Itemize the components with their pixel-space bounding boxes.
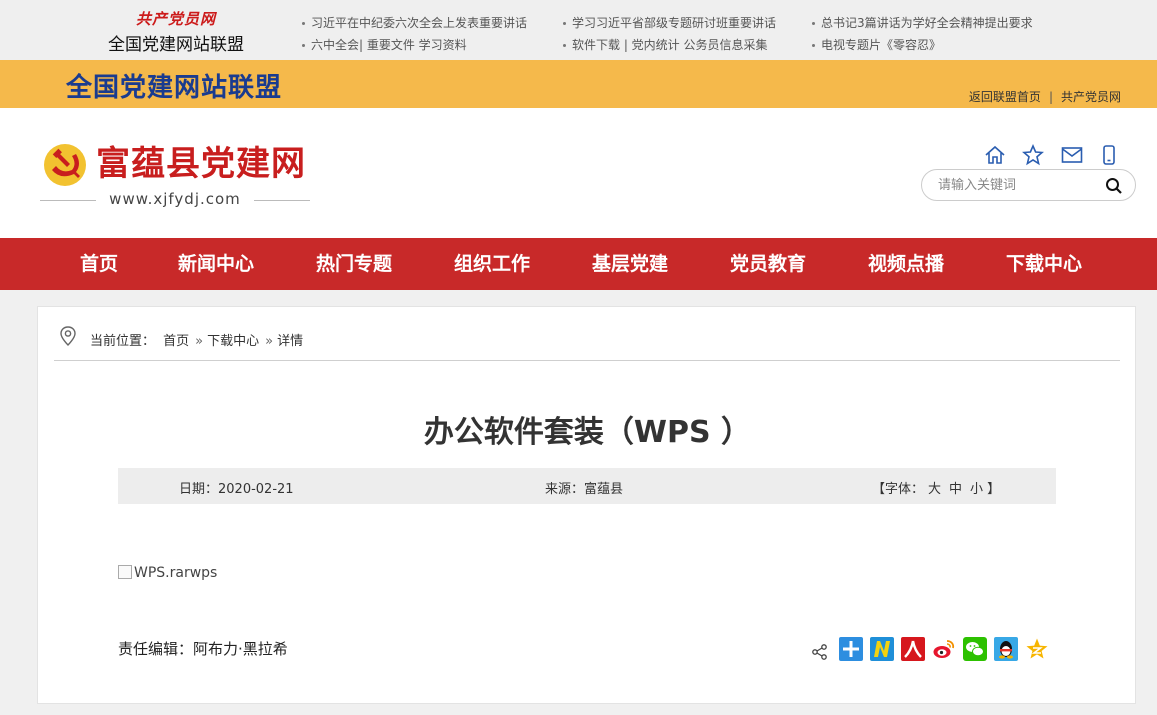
font-size-small[interactable]: 小 — [970, 482, 983, 497]
header-icon-row — [984, 144, 1124, 168]
qq-icon[interactable] — [994, 637, 1018, 661]
alliance-band-links: 返回联盟首页 | 共产党员网 — [969, 88, 1121, 105]
breadcrumb-downloads[interactable]: 下载中心 — [207, 334, 259, 349]
article-meta-bar: 日期：2020-02-21 来源：富蕴县 【字体：大中小】 — [118, 468, 1056, 504]
search-icon[interactable] — [1105, 177, 1123, 195]
mail-icon[interactable] — [1061, 144, 1083, 166]
renren-icon[interactable] — [901, 637, 925, 661]
nav-item-organization[interactable]: 组织工作 — [454, 238, 530, 290]
font-size-switcher: 【字体：大中小】 — [872, 478, 1000, 497]
party-member-net-link[interactable]: 共产党员网 — [1061, 90, 1121, 104]
alliance-band: 全国党建网站联盟 返回联盟首页 | 共产党员网 — [0, 60, 1157, 108]
top-link[interactable]: 六中全会| 重要文件 学习资料 — [302, 34, 527, 56]
main-nav: 首页 新闻中心 热门专题 组织工作 基层党建 党员教育 视频点播 下载中心 — [0, 238, 1157, 290]
font-size-close: 】 — [987, 482, 1001, 497]
breadcrumb: 当前位置： 首页» 下载中心» 详情 — [54, 325, 1120, 361]
top-link[interactable]: 软件下载 | 党内统计 公务员信息采集 — [563, 34, 776, 56]
netease-icon[interactable] — [870, 637, 894, 661]
article-title: 办公软件套装（WPS ） — [423, 415, 752, 450]
broken-image-icon — [118, 565, 132, 579]
alliance-logo[interactable]: 共产党员网 全国党建网站联盟 — [108, 8, 268, 55]
share-icon — [812, 644, 827, 660]
font-size-medium[interactable]: 中 — [949, 482, 962, 497]
plus-share-icon[interactable] — [839, 637, 863, 661]
font-size-label: 【字体： — [872, 482, 925, 497]
breadcrumb-separator: » — [265, 334, 274, 349]
breadcrumb-separator: » — [195, 334, 204, 349]
article-card: 当前位置： 首页» 下载中心» 详情 办公软件套装（WPS ） 日期：2020-02… — [37, 306, 1136, 704]
nav-item-downloads[interactable]: 下载中心 — [1006, 238, 1082, 290]
top-links-col-1: 习近平在中纪委六次全会上发表重要讲话 六中全会| 重要文件 学习资料 — [302, 12, 527, 56]
site-name: 富蕴县党建网 — [96, 144, 306, 184]
home-icon[interactable] — [984, 144, 1006, 166]
nav-item-home[interactable]: 首页 — [80, 238, 118, 290]
top-link[interactable]: 学习习近平省部级专题研讨班重要讲话 — [563, 12, 776, 34]
location-pin-icon — [60, 326, 76, 346]
top-link[interactable]: 习近平在中纪委六次全会上发表重要讲话 — [302, 12, 527, 34]
site-url: www.xjfydj.com — [40, 190, 310, 208]
font-size-large[interactable]: 大 — [928, 482, 941, 497]
responsible-editor: 责任编辑：阿布力·黑拉希 — [118, 640, 288, 658]
download-image-link[interactable]: WPS.rarwps — [118, 565, 217, 581]
party-emblem-icon — [44, 144, 86, 186]
top-strip: 共产党员网 全国党建网站联盟 习近平在中纪委六次全会上发表重要讲话 六中全会| … — [0, 0, 1157, 60]
weibo-icon[interactable] — [932, 637, 956, 661]
search-input[interactable] — [936, 175, 1096, 195]
mobile-icon[interactable] — [1098, 144, 1120, 166]
wechat-icon[interactable] — [963, 637, 987, 661]
nav-item-topics[interactable]: 热门专题 — [316, 238, 392, 290]
return-alliance-home-link[interactable]: 返回联盟首页 — [969, 90, 1041, 104]
qzone-icon[interactable] — [1025, 637, 1049, 661]
alliance-name: 全国党建网站联盟 — [108, 35, 244, 55]
site-logo[interactable]: 富蕴县党建网 www.xjfydj.com — [40, 134, 320, 214]
article-date: 日期：2020-02-21 — [179, 482, 294, 497]
nav-item-video[interactable]: 视频点播 — [868, 238, 944, 290]
alliance-band-title: 全国党建网站联盟 — [66, 73, 283, 103]
top-links-col-2: 学习习近平省部级专题研讨班重要讲话 软件下载 | 党内统计 公务员信息采集 — [563, 12, 776, 56]
top-links-col-3: 总书记3篇讲话为学好全会精神提出要求 电视专题片《零容忍》 — [812, 12, 1033, 56]
image-alt-text: WPS.rarwps — [134, 565, 218, 581]
top-link[interactable]: 电视专题片《零容忍》 — [812, 34, 1033, 56]
top-link[interactable]: 总书记3篇讲话为学好全会精神提出要求 — [812, 12, 1033, 34]
nav-item-education[interactable]: 党员教育 — [730, 238, 806, 290]
nav-item-grassroots[interactable]: 基层党建 — [592, 238, 668, 290]
breadcrumb-current: 详情 — [277, 334, 304, 349]
alliance-slogan: 共产党员网 — [136, 10, 217, 28]
breadcrumb-label: 当前位置： — [90, 334, 156, 349]
nav-item-news[interactable]: 新闻中心 — [178, 238, 254, 290]
link-separator: | — [1048, 90, 1053, 104]
search-box — [921, 169, 1136, 201]
article-source: 来源：富蕴县 — [545, 482, 624, 497]
breadcrumb-home[interactable]: 首页 — [163, 334, 189, 349]
site-header: 富蕴县党建网 www.xjfydj.com — [0, 108, 1157, 238]
star-icon[interactable] — [1022, 144, 1044, 166]
